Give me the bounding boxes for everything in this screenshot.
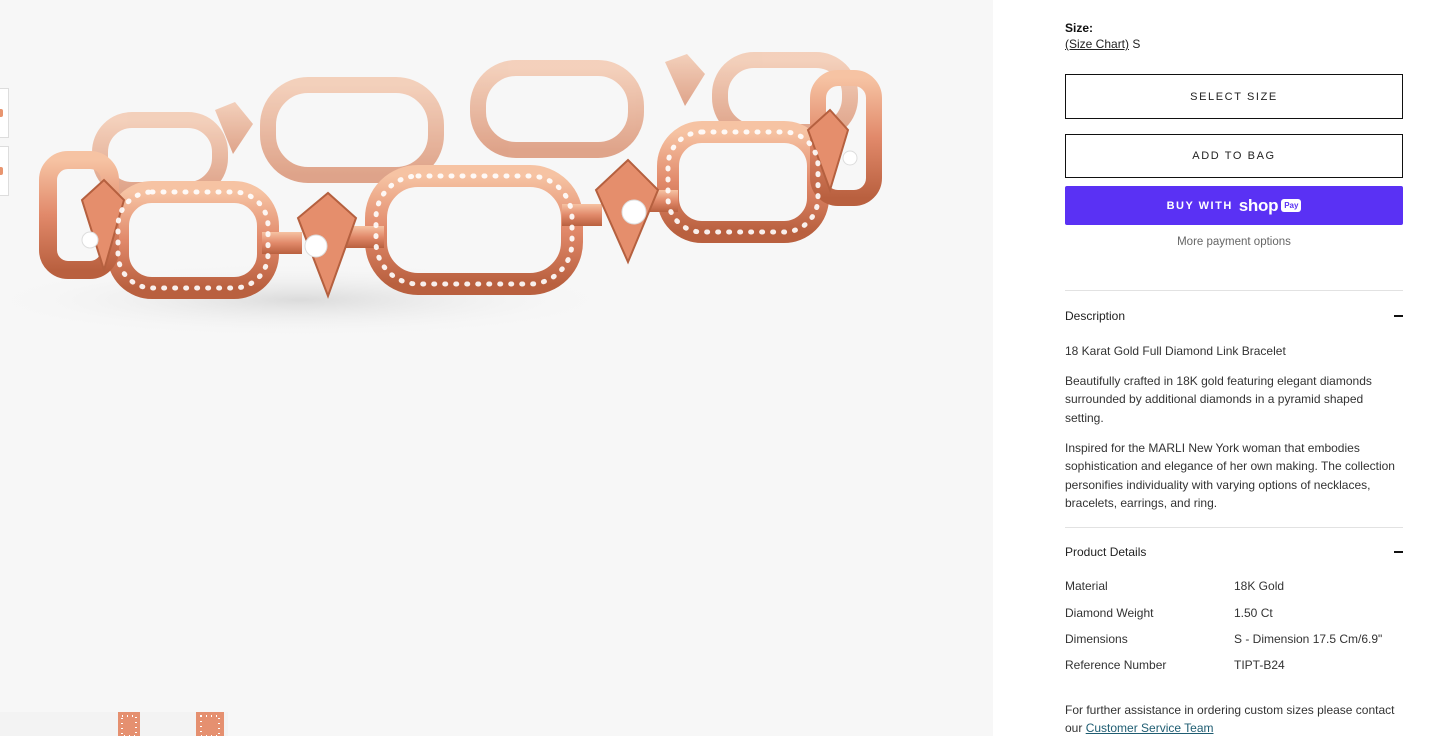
buy-with-label: BUY WITH [1166, 199, 1233, 212]
divider [1065, 527, 1403, 528]
pay-badge: Pay [1281, 199, 1302, 212]
size-row: (Size Chart) S [1065, 37, 1140, 51]
more-payment-options-link[interactable]: More payment options [1065, 236, 1403, 248]
add-to-bag-label: ADD TO BAG [1192, 150, 1276, 162]
description-paragraph: Beautifully crafted in 18K gold featurin… [1065, 374, 1372, 425]
description-heading: Description [1065, 309, 1126, 323]
size-chart-link[interactable]: (Size Chart) [1065, 37, 1129, 51]
divider [1065, 290, 1403, 291]
shop-logo: shop [1238, 195, 1279, 215]
details-value: TIPT-B24 [1234, 658, 1285, 672]
product-details-heading: Product Details [1065, 545, 1147, 559]
product-details-accordion-toggle[interactable]: Product Details [1065, 545, 1403, 559]
selected-size: S [1132, 37, 1141, 51]
buy-with-shop-pay-button[interactable]: BUY WITH shop Pay [1065, 186, 1403, 225]
customer-service-link[interactable]: Customer Service Team [1086, 721, 1214, 735]
details-value: 18K Gold [1234, 579, 1285, 593]
select-size-button[interactable]: SELECT SIZE [1065, 74, 1403, 119]
assistance-note: For further assistance in ordering custo… [1065, 701, 1403, 736]
details-key: Dimensions [1065, 632, 1128, 646]
minus-icon [1394, 315, 1403, 317]
size-label: Size: [1065, 21, 1094, 35]
details-value: 1.50 Ct [1234, 606, 1273, 620]
details-key: Material [1065, 579, 1108, 593]
description-title: 18 Karat Gold Full Diamond Link Bracelet [1065, 344, 1286, 358]
add-to-bag-button[interactable]: ADD TO BAG [1065, 134, 1403, 178]
details-key: Diamond Weight [1065, 606, 1154, 620]
description-accordion-toggle[interactable]: Description [1065, 309, 1403, 323]
details-key: Reference Number [1065, 658, 1167, 672]
product-gallery [0, 0, 993, 736]
select-size-label: SELECT SIZE [1190, 90, 1278, 103]
product-image-bracelet [0, 52, 882, 338]
minus-icon [1394, 551, 1403, 553]
description-paragraph: Inspired for the MARLI New York woman th… [1065, 441, 1395, 510]
details-value: S - Dimension 17.5 Cm/6.9" [1234, 632, 1383, 646]
product-image-secondary [0, 712, 228, 736]
